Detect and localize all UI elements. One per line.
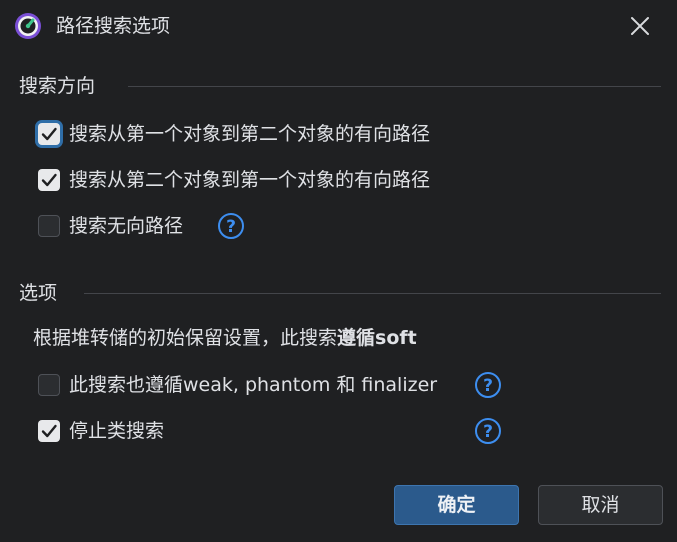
close-icon[interactable]	[626, 12, 654, 40]
app-logo-icon	[15, 13, 41, 39]
help-icon[interactable]: ?	[474, 371, 502, 399]
options-description-bold: 遵循soft	[337, 327, 417, 349]
checkbox-direction-forward[interactable]	[38, 123, 60, 145]
options-section-header: 选项	[19, 282, 58, 304]
svg-text:?: ?	[483, 376, 493, 396]
dialog-title: 路径搜索选项	[56, 15, 171, 37]
checkmark-icon	[41, 173, 57, 187]
direction-section-header: 搜索方向	[19, 75, 96, 97]
path-search-options-dialog: 路径搜索选项 搜索方向 搜索从第一个对象到第二个对象的有向路径 搜索从第二个对象…	[0, 0, 677, 542]
direction-forward-label: 搜索从第一个对象到第二个对象的有向路径	[69, 123, 431, 145]
help-icon[interactable]: ?	[217, 212, 245, 240]
ok-button[interactable]: 确定	[394, 485, 519, 525]
checkbox-weak-references[interactable]	[38, 374, 60, 396]
help-icon[interactable]: ?	[474, 417, 502, 445]
checkmark-icon	[41, 424, 57, 438]
weak-references-label: 此搜索也遵循weak, phantom 和 finalizer	[69, 374, 438, 396]
direction-divider	[128, 86, 661, 87]
checkbox-undirected[interactable]	[38, 215, 60, 237]
checkmark-icon	[41, 127, 57, 141]
undirected-label: 搜索无向路径	[69, 215, 184, 237]
options-divider	[84, 293, 661, 294]
checkbox-stop-class-search[interactable]	[38, 420, 60, 442]
options-description-prefix: 根据堆转储的初始保留设置，此搜索	[33, 327, 338, 349]
cancel-button[interactable]: 取消	[538, 485, 663, 525]
checkbox-direction-backward[interactable]	[38, 169, 60, 191]
svg-text:?: ?	[226, 217, 236, 237]
title-bar: 路径搜索选项	[0, 0, 677, 52]
direction-backward-label: 搜索从第二个对象到第一个对象的有向路径	[69, 169, 431, 191]
stop-class-search-label: 停止类搜索	[69, 420, 165, 442]
options-description: 根据堆转储的初始保留设置，此搜索遵循soft	[33, 325, 417, 351]
svg-text:?: ?	[483, 422, 493, 442]
